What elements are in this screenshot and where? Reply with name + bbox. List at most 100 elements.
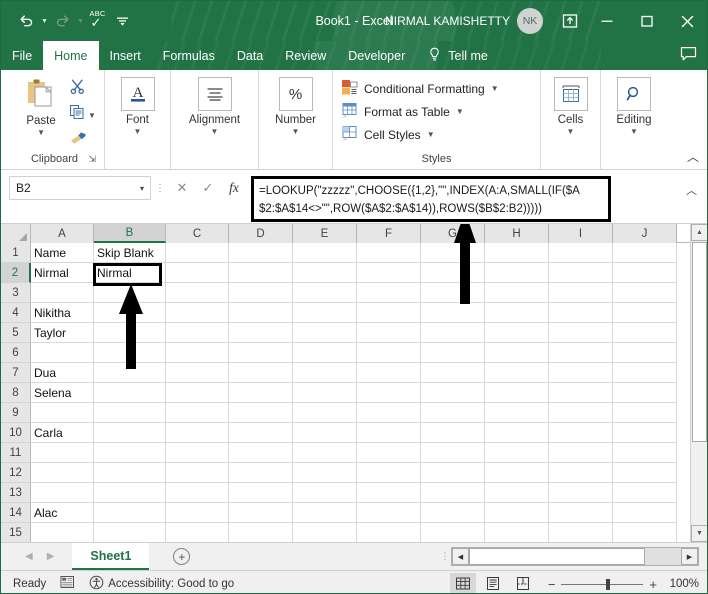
cell-E9[interactable] [293, 403, 357, 423]
cell-F14[interactable] [357, 503, 421, 523]
column-header-c[interactable]: C [166, 224, 229, 243]
cell-C9[interactable] [166, 403, 229, 423]
cell-C11[interactable] [166, 443, 229, 463]
tell-me-search[interactable]: Tell me [416, 41, 498, 70]
cell-E7[interactable] [293, 363, 357, 383]
cell-J13[interactable] [613, 483, 677, 503]
editing-dropdown-caret[interactable]: ▼ [630, 128, 638, 136]
cell-D4[interactable] [229, 303, 293, 323]
column-header-j[interactable]: J [613, 224, 677, 243]
tab-review[interactable]: Review [274, 41, 337, 70]
tab-data[interactable]: Data [226, 41, 274, 70]
tab-formulas[interactable]: Formulas [152, 41, 226, 70]
maximize-button[interactable] [627, 1, 667, 41]
cell-B2[interactable]: Nirmal [94, 263, 166, 283]
copy-icon[interactable] [69, 104, 85, 125]
cell-J7[interactable] [613, 363, 677, 383]
clipboard-dialog-launcher-icon[interactable]: ⇲ [88, 154, 96, 165]
cell-G7[interactable] [421, 363, 485, 383]
cell-C12[interactable] [166, 463, 229, 483]
cell-J14[interactable] [613, 503, 677, 523]
cell-J1[interactable] [613, 243, 677, 263]
cell-H11[interactable] [485, 443, 549, 463]
cell-F11[interactable] [357, 443, 421, 463]
cell-E10[interactable] [293, 423, 357, 443]
vertical-scrollbar[interactable]: ▲ ▼ [690, 224, 707, 542]
cell-J3[interactable] [613, 283, 677, 303]
cell-H6[interactable] [485, 343, 549, 363]
cell-B6[interactable] [94, 343, 166, 363]
cell-F7[interactable] [357, 363, 421, 383]
paste-dropdown-caret[interactable]: ▼ [37, 129, 45, 137]
cell-B8[interactable] [94, 383, 166, 403]
accessibility-status[interactable]: Accessibility: Good to go [89, 575, 234, 593]
cell-F15[interactable] [357, 523, 421, 542]
account-name[interactable]: NIRMAL KAMISHETTY [385, 14, 510, 28]
select-all-corner[interactable] [1, 224, 31, 243]
row-header-8[interactable]: 8 [1, 383, 31, 403]
cell-H14[interactable] [485, 503, 549, 523]
minimize-button[interactable] [587, 1, 627, 41]
cell-I8[interactable] [549, 383, 613, 403]
cells-button[interactable]: Cells ▼ [541, 73, 600, 136]
cell-C15[interactable] [166, 523, 229, 542]
vertical-scroll-thumb[interactable] [692, 242, 707, 442]
collapse-ribbon-icon[interactable]: ︿ [687, 148, 699, 165]
cell-E6[interactable] [293, 343, 357, 363]
cell-A15[interactable] [31, 523, 94, 542]
cell-I5[interactable] [549, 323, 613, 343]
redo-dropdown-caret[interactable]: ▼ [75, 9, 86, 33]
name-box-caret-icon[interactable]: ▾ [140, 184, 144, 193]
zoom-out-button[interactable]: − [548, 577, 556, 592]
cell-F5[interactable] [357, 323, 421, 343]
close-button[interactable] [667, 1, 707, 41]
font-dropdown-caret[interactable]: ▼ [134, 128, 142, 136]
cell-H1[interactable] [485, 243, 549, 263]
row-header-9[interactable]: 9 [1, 403, 31, 423]
cell-J8[interactable] [613, 383, 677, 403]
cell-E1[interactable] [293, 243, 357, 263]
cell-E15[interactable] [293, 523, 357, 542]
row-header-5[interactable]: 5 [1, 323, 31, 343]
cell-G2[interactable] [421, 263, 485, 283]
cell-H10[interactable] [485, 423, 549, 443]
cell-H4[interactable] [485, 303, 549, 323]
cell-J12[interactable] [613, 463, 677, 483]
cell-G3[interactable] [421, 283, 485, 303]
cell-H8[interactable] [485, 383, 549, 403]
cell-D13[interactable] [229, 483, 293, 503]
scissors-icon[interactable] [69, 78, 86, 100]
cell-J10[interactable] [613, 423, 677, 443]
cell-C1[interactable] [166, 243, 229, 263]
cell-E2[interactable] [293, 263, 357, 283]
cell-E11[interactable] [293, 443, 357, 463]
paste-button[interactable]: Paste ▼ [13, 73, 69, 137]
cell-G10[interactable] [421, 423, 485, 443]
format-as-table-caret[interactable]: ▼ [456, 107, 464, 116]
cell-B15[interactable] [94, 523, 166, 542]
formula-input[interactable]: =LOOKUP("zzzzz",CHOOSE({1,2},"",INDEX(A:… [251, 176, 611, 222]
cell-styles-button[interactable]: Cell Styles ▼ [341, 123, 499, 146]
cell-G5[interactable] [421, 323, 485, 343]
cell-B5[interactable] [94, 323, 166, 343]
cell-A6[interactable] [31, 343, 94, 363]
cell-H5[interactable] [485, 323, 549, 343]
undo-dropdown-caret[interactable]: ▼ [39, 9, 50, 33]
cell-styles-caret[interactable]: ▼ [427, 130, 435, 139]
cell-F1[interactable] [357, 243, 421, 263]
row-header-11[interactable]: 11 [1, 443, 31, 463]
cell-F3[interactable] [357, 283, 421, 303]
previous-sheet-button[interactable]: ◀ [25, 551, 33, 562]
scroll-right-button[interactable]: ▶ [681, 548, 698, 565]
redo-icon[interactable] [51, 9, 74, 33]
cell-E14[interactable] [293, 503, 357, 523]
alignment-dropdown-caret[interactable]: ▼ [211, 128, 219, 136]
cell-D15[interactable] [229, 523, 293, 542]
spelling-icon[interactable]: ABC ✓ [87, 9, 110, 33]
row-header-14[interactable]: 14 [1, 503, 31, 523]
cell-C3[interactable] [166, 283, 229, 303]
number-dropdown-caret[interactable]: ▼ [292, 128, 300, 136]
cell-G11[interactable] [421, 443, 485, 463]
cell-D9[interactable] [229, 403, 293, 423]
cell-C4[interactable] [166, 303, 229, 323]
